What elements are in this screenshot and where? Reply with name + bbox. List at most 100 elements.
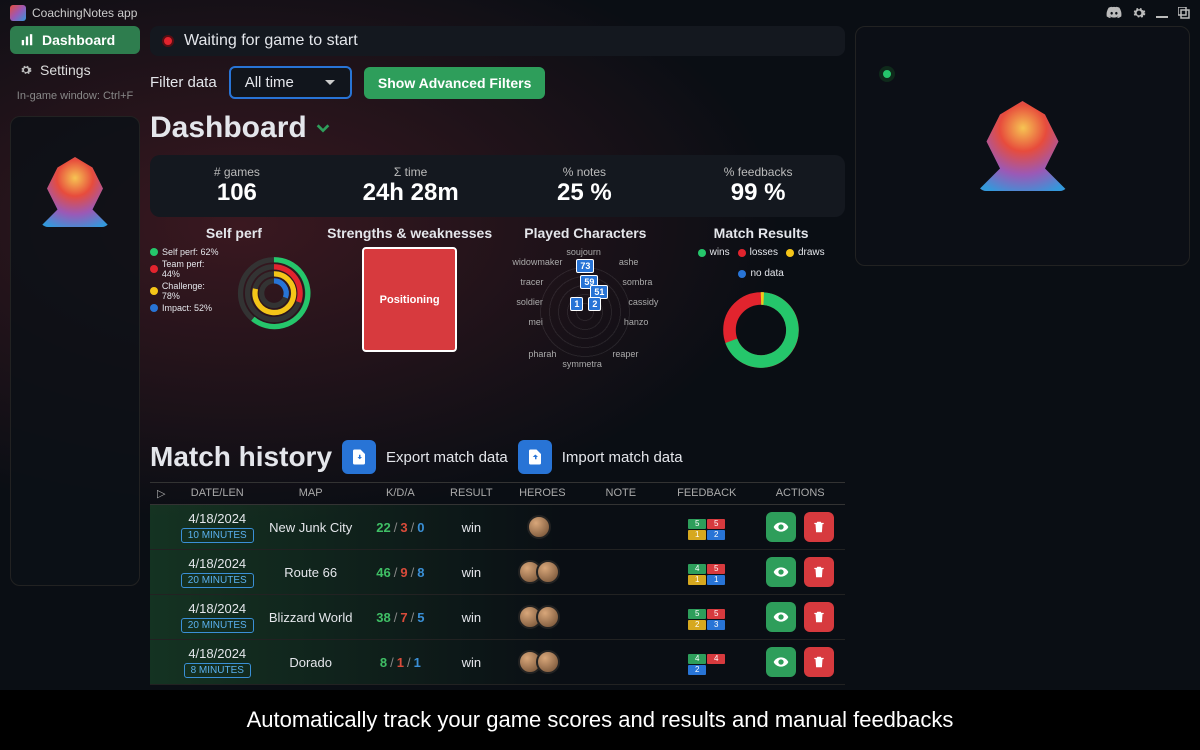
row-kda: 22/3/0: [359, 520, 441, 535]
import-link[interactable]: Import match data: [562, 449, 683, 466]
stat-games-label: # games: [150, 165, 324, 179]
trash-icon: [812, 565, 826, 579]
positioning-card[interactable]: Positioning: [362, 247, 457, 352]
discord-icon[interactable]: [1106, 5, 1122, 21]
delete-button[interactable]: [804, 647, 834, 677]
hero-avatar: [536, 650, 560, 674]
titlebar: CoachingNotes app: [0, 0, 1200, 26]
row-kda: 46/9/8: [359, 565, 441, 580]
nav-dashboard-label: Dashboard: [42, 32, 115, 48]
table-row[interactable]: 4/18/2024 20 MINUTES Route 66 46/9/8 win…: [150, 550, 845, 595]
chart-icon: [20, 33, 34, 47]
hero-avatar: [527, 515, 551, 539]
view-button[interactable]: [766, 512, 796, 542]
row-map: Blizzard World: [262, 610, 359, 625]
row-feedback: 442: [658, 649, 755, 675]
delete-button[interactable]: [804, 557, 834, 587]
nav-settings[interactable]: Settings: [10, 56, 140, 84]
export-button[interactable]: [342, 440, 376, 474]
stat-feedbacks-value: 99 %: [671, 179, 845, 207]
time-range-select[interactable]: All time: [229, 66, 352, 99]
table-row[interactable]: 4/18/2024 10 MINUTES New Junk City 22/3/…: [150, 505, 845, 550]
stat-feedbacks-label: % feedbacks: [671, 165, 845, 179]
import-button[interactable]: [518, 440, 552, 474]
eye-icon: [773, 609, 789, 625]
self-perf-chart: [230, 247, 318, 357]
row-feedback: 5512: [658, 514, 755, 540]
row-result: win: [441, 655, 501, 670]
row-length-badge: 20 MINUTES: [181, 573, 254, 588]
gear-icon[interactable]: [1132, 6, 1146, 20]
status-bar: Waiting for game to start: [150, 26, 845, 56]
col-map[interactable]: MAP: [262, 487, 359, 500]
row-feedback: 4511: [658, 559, 755, 585]
col-play[interactable]: ▷: [150, 487, 172, 500]
match-history-title: Match history: [150, 441, 332, 473]
table-header: ▷ DATE/LEN MAP K/D/A RESULT HEROES NOTE …: [150, 482, 845, 505]
page-title: Dashboard: [150, 111, 845, 145]
chevron-down-icon[interactable]: [315, 120, 331, 136]
row-date: 4/18/2024: [172, 646, 262, 661]
row-date: 4/18/2024: [172, 601, 262, 616]
trash-icon: [812, 520, 826, 534]
export-link[interactable]: Export match data: [386, 449, 508, 466]
view-button[interactable]: [766, 557, 796, 587]
nav-settings-label: Settings: [40, 62, 91, 78]
status-dot-icon: [162, 35, 174, 47]
hotkey-hint: In-game window: Ctrl+F: [10, 86, 140, 106]
self-perf-legend: Self perf: 62% Team perf: 44% Challenge:…: [150, 247, 224, 357]
sidebar: Dashboard Settings In-game window: Ctrl+…: [10, 26, 140, 686]
minimize-icon[interactable]: [1156, 7, 1168, 19]
row-map: New Junk City: [262, 520, 359, 535]
maximize-icon[interactable]: [1178, 7, 1190, 19]
radar-chart: soujourn ashe sombra cassidy hanzo reape…: [510, 247, 660, 377]
indicator-dot-icon: [879, 66, 895, 82]
row-heroes: [501, 560, 583, 584]
col-actions[interactable]: ACTIONS: [755, 487, 845, 500]
row-map: Dorado: [262, 655, 359, 670]
stat-notes-value: 25 %: [498, 179, 672, 207]
col-feedback[interactable]: FEEDBACK: [658, 487, 755, 500]
stat-time-value: 24h 28m: [324, 179, 498, 207]
row-length-badge: 10 MINUTES: [181, 528, 254, 543]
bulb-logo-icon: [978, 101, 1068, 191]
view-button[interactable]: [766, 602, 796, 632]
view-button[interactable]: [766, 647, 796, 677]
chevron-down-icon: [324, 77, 336, 89]
row-heroes: [501, 650, 583, 674]
row-heroes: [501, 605, 583, 629]
col-heroes[interactable]: HEROES: [501, 487, 583, 500]
col-note[interactable]: NOTE: [583, 487, 658, 500]
import-icon: [526, 448, 544, 466]
col-result[interactable]: RESULT: [441, 487, 501, 500]
sidebar-logo-card: [10, 116, 140, 586]
stat-games-value: 106: [150, 179, 324, 207]
panel-strengths-title: Strengths & weaknesses: [326, 225, 494, 241]
table-row[interactable]: 4/18/2024 8 MINUTES Dorado 8/1/1 win 442: [150, 640, 845, 685]
hero-avatar: [536, 560, 560, 584]
delete-button[interactable]: [804, 512, 834, 542]
col-kda[interactable]: K/D/A: [359, 487, 441, 500]
row-result: win: [441, 520, 501, 535]
row-date: 4/18/2024: [172, 511, 262, 526]
col-date[interactable]: DATE/LEN: [172, 487, 262, 500]
gear-icon: [20, 64, 32, 76]
trash-icon: [812, 655, 826, 669]
filter-label: Filter data: [150, 74, 217, 91]
row-length-badge: 20 MINUTES: [181, 618, 254, 633]
eye-icon: [773, 519, 789, 535]
delete-button[interactable]: [804, 602, 834, 632]
row-feedback: 5523: [658, 604, 755, 630]
stats-card: # games106 Σ time24h 28m % notes25 % % f…: [150, 155, 845, 217]
row-length-badge: 8 MINUTES: [184, 663, 251, 678]
nav-dashboard[interactable]: Dashboard: [10, 26, 140, 54]
trash-icon: [812, 610, 826, 624]
row-result: win: [441, 565, 501, 580]
bulb-logo-icon: [40, 157, 110, 227]
stat-notes-label: % notes: [498, 165, 672, 179]
app-icon: [10, 5, 26, 21]
stat-time-label: Σ time: [324, 165, 498, 179]
row-heroes: [501, 515, 583, 539]
table-row[interactable]: 4/18/2024 20 MINUTES Blizzard World 38/7…: [150, 595, 845, 640]
advanced-filters-button[interactable]: Show Advanced Filters: [364, 67, 546, 99]
